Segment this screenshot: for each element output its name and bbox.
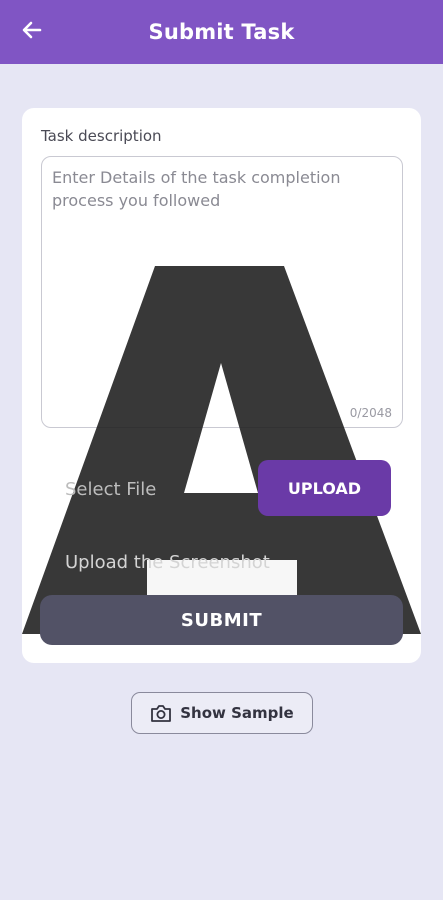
arrow-left-icon xyxy=(21,19,43,45)
submit-form-card: Task description 0/2048 Select File UPLO… xyxy=(22,108,421,663)
show-sample-button[interactable]: Show Sample xyxy=(131,692,313,734)
task-description-field-wrapper: 0/2048 xyxy=(41,156,403,428)
task-description-input[interactable] xyxy=(42,157,402,427)
upload-screenshot-hint: Upload the Screenshot xyxy=(65,552,270,573)
show-sample-label: Show Sample xyxy=(180,704,294,722)
app-bar: Submit Task xyxy=(0,0,443,64)
back-button[interactable] xyxy=(16,17,48,47)
camera-icon xyxy=(150,703,172,723)
char-counter: 0/2048 xyxy=(349,406,392,420)
select-file-label: Select File xyxy=(65,479,157,500)
task-description-label: Task description xyxy=(41,127,162,145)
upload-button[interactable]: UPLOAD xyxy=(258,460,391,516)
submit-button[interactable]: SUBMIT xyxy=(40,595,403,645)
page-title: Submit Task xyxy=(148,20,295,44)
